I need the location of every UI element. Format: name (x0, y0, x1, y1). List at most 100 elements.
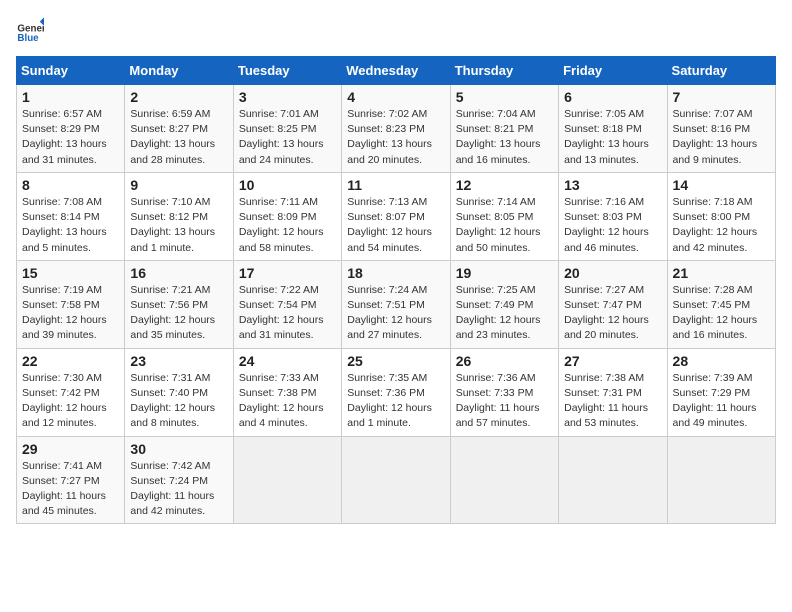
weekday-header-tuesday: Tuesday (233, 57, 341, 85)
day-number: 10 (239, 177, 336, 193)
day-number: 1 (22, 89, 119, 105)
day-info: Sunrise: 7:42 AM Sunset: 7:24 PM Dayligh… (130, 459, 227, 520)
calendar-week-4: 22 Sunrise: 7:30 AM Sunset: 7:42 PM Dayli… (17, 348, 776, 436)
calendar-cell: 21Sunrise: 7:28 AM Sunset: 7:45 PM Dayli… (667, 260, 775, 348)
weekday-header-sunday: Sunday (17, 57, 125, 85)
page-header: General Blue (16, 16, 776, 44)
weekday-header-monday: Monday (125, 57, 233, 85)
calendar-cell: 9 Sunrise: 7:10 AM Sunset: 8:12 PM Daylig… (125, 172, 233, 260)
day-info: Sunrise: 7:08 AM Sunset: 8:14 PM Dayligh… (22, 195, 119, 256)
day-info: Sunrise: 7:33 AM Sunset: 7:38 PM Dayligh… (239, 371, 336, 432)
calendar-week-5: 29 Sunrise: 7:41 AM Sunset: 7:27 PM Dayli… (17, 436, 776, 524)
day-info: Sunrise: 7:05 AM Sunset: 8:18 PM Dayligh… (564, 107, 661, 168)
calendar-cell (342, 436, 450, 524)
calendar-cell: 3 Sunrise: 7:01 AM Sunset: 8:25 PM Daylig… (233, 85, 341, 173)
calendar-cell: 14 Sunrise: 7:18 AM Sunset: 8:00 PM Dayli… (667, 172, 775, 260)
calendar-week-3: 15Sunrise: 7:19 AM Sunset: 7:58 PM Dayli… (17, 260, 776, 348)
day-info: Sunrise: 7:30 AM Sunset: 7:42 PM Dayligh… (22, 371, 119, 432)
day-number: 7 (673, 89, 770, 105)
day-number: 8 (22, 177, 119, 193)
day-number: 11 (347, 177, 444, 193)
calendar-week-2: 8 Sunrise: 7:08 AM Sunset: 8:14 PM Daylig… (17, 172, 776, 260)
calendar-cell: 13 Sunrise: 7:16 AM Sunset: 8:03 PM Dayli… (559, 172, 667, 260)
day-number: 12 (456, 177, 553, 193)
calendar-cell: 8 Sunrise: 7:08 AM Sunset: 8:14 PM Daylig… (17, 172, 125, 260)
calendar-cell: 16 Sunrise: 7:21 AM Sunset: 7:56 PM Dayli… (125, 260, 233, 348)
calendar-cell: 22 Sunrise: 7:30 AM Sunset: 7:42 PM Dayli… (17, 348, 125, 436)
day-number: 21 (673, 265, 770, 281)
calendar-cell: 15Sunrise: 7:19 AM Sunset: 7:58 PM Dayli… (17, 260, 125, 348)
day-info: Sunrise: 7:21 AM Sunset: 7:56 PM Dayligh… (130, 283, 227, 344)
day-info: Sunrise: 7:07 AM Sunset: 8:16 PM Dayligh… (673, 107, 770, 168)
day-info: Sunrise: 6:57 AM Sunset: 8:29 PM Dayligh… (22, 107, 119, 168)
day-number: 23 (130, 353, 227, 369)
day-number: 18 (347, 265, 444, 281)
calendar-cell (667, 436, 775, 524)
day-number: 20 (564, 265, 661, 281)
calendar-cell: 26 Sunrise: 7:36 AM Sunset: 7:33 PM Dayli… (450, 348, 558, 436)
day-info: Sunrise: 7:41 AM Sunset: 7:27 PM Dayligh… (22, 459, 119, 520)
calendar-cell: 10 Sunrise: 7:11 AM Sunset: 8:09 PM Dayli… (233, 172, 341, 260)
day-number: 4 (347, 89, 444, 105)
day-info: Sunrise: 7:35 AM Sunset: 7:36 PM Dayligh… (347, 371, 444, 432)
calendar-cell: 20 Sunrise: 7:27 AM Sunset: 7:47 PM Dayli… (559, 260, 667, 348)
day-info: Sunrise: 7:14 AM Sunset: 8:05 PM Dayligh… (456, 195, 553, 256)
calendar-cell (233, 436, 341, 524)
calendar-week-1: 1 Sunrise: 6:57 AM Sunset: 8:29 PM Daylig… (17, 85, 776, 173)
day-info: Sunrise: 7:18 AM Sunset: 8:00 PM Dayligh… (673, 195, 770, 256)
day-number: 16 (130, 265, 227, 281)
day-info: Sunrise: 6:59 AM Sunset: 8:27 PM Dayligh… (130, 107, 227, 168)
day-number: 5 (456, 89, 553, 105)
calendar-cell (450, 436, 558, 524)
day-number: 3 (239, 89, 336, 105)
day-number: 27 (564, 353, 661, 369)
logo-icon: General Blue (16, 16, 44, 44)
day-number: 6 (564, 89, 661, 105)
day-info: Sunrise: 7:13 AM Sunset: 8:07 PM Dayligh… (347, 195, 444, 256)
day-info: Sunrise: 7:02 AM Sunset: 8:23 PM Dayligh… (347, 107, 444, 168)
calendar-cell: 19Sunrise: 7:25 AM Sunset: 7:49 PM Dayli… (450, 260, 558, 348)
calendar-cell: 24 Sunrise: 7:33 AM Sunset: 7:38 PM Dayli… (233, 348, 341, 436)
day-number: 13 (564, 177, 661, 193)
day-info: Sunrise: 7:27 AM Sunset: 7:47 PM Dayligh… (564, 283, 661, 344)
logo: General Blue (16, 16, 48, 44)
day-number: 29 (22, 441, 119, 457)
day-number: 9 (130, 177, 227, 193)
calendar-cell: 30 Sunrise: 7:42 AM Sunset: 7:24 PM Dayli… (125, 436, 233, 524)
calendar-cell: 29 Sunrise: 7:41 AM Sunset: 7:27 PM Dayli… (17, 436, 125, 524)
calendar-cell: 2 Sunrise: 6:59 AM Sunset: 8:27 PM Daylig… (125, 85, 233, 173)
day-info: Sunrise: 7:25 AM Sunset: 7:49 PM Dayligh… (456, 283, 553, 344)
calendar-cell: 4 Sunrise: 7:02 AM Sunset: 8:23 PM Daylig… (342, 85, 450, 173)
calendar-cell: 17 Sunrise: 7:22 AM Sunset: 7:54 PM Dayli… (233, 260, 341, 348)
day-info: Sunrise: 7:10 AM Sunset: 8:12 PM Dayligh… (130, 195, 227, 256)
day-info: Sunrise: 7:24 AM Sunset: 7:51 PM Dayligh… (347, 283, 444, 344)
svg-text:Blue: Blue (17, 33, 39, 44)
day-info: Sunrise: 7:22 AM Sunset: 7:54 PM Dayligh… (239, 283, 336, 344)
calendar-cell: 18 Sunrise: 7:24 AM Sunset: 7:51 PM Dayli… (342, 260, 450, 348)
weekday-header-saturday: Saturday (667, 57, 775, 85)
day-info: Sunrise: 7:36 AM Sunset: 7:33 PM Dayligh… (456, 371, 553, 432)
calendar-cell: 12 Sunrise: 7:14 AM Sunset: 8:05 PM Dayli… (450, 172, 558, 260)
day-number: 2 (130, 89, 227, 105)
calendar-cell: 28Sunrise: 7:39 AM Sunset: 7:29 PM Dayli… (667, 348, 775, 436)
day-number: 24 (239, 353, 336, 369)
calendar-cell: 11 Sunrise: 7:13 AM Sunset: 8:07 PM Dayli… (342, 172, 450, 260)
weekday-header-row: SundayMondayTuesdayWednesdayThursdayFrid… (17, 57, 776, 85)
calendar-cell: 25Sunrise: 7:35 AM Sunset: 7:36 PM Dayli… (342, 348, 450, 436)
calendar-cell: 23Sunrise: 7:31 AM Sunset: 7:40 PM Dayli… (125, 348, 233, 436)
day-number: 14 (673, 177, 770, 193)
calendar-cell: 7 Sunrise: 7:07 AM Sunset: 8:16 PM Daylig… (667, 85, 775, 173)
weekday-header-friday: Friday (559, 57, 667, 85)
day-number: 22 (22, 353, 119, 369)
day-info: Sunrise: 7:38 AM Sunset: 7:31 PM Dayligh… (564, 371, 661, 432)
day-number: 17 (239, 265, 336, 281)
day-number: 28 (673, 353, 770, 369)
day-number: 26 (456, 353, 553, 369)
weekday-header-thursday: Thursday (450, 57, 558, 85)
day-info: Sunrise: 7:11 AM Sunset: 8:09 PM Dayligh… (239, 195, 336, 256)
calendar-table: SundayMondayTuesdayWednesdayThursdayFrid… (16, 56, 776, 524)
day-number: 30 (130, 441, 227, 457)
day-number: 15 (22, 265, 119, 281)
day-info: Sunrise: 7:16 AM Sunset: 8:03 PM Dayligh… (564, 195, 661, 256)
day-info: Sunrise: 7:01 AM Sunset: 8:25 PM Dayligh… (239, 107, 336, 168)
